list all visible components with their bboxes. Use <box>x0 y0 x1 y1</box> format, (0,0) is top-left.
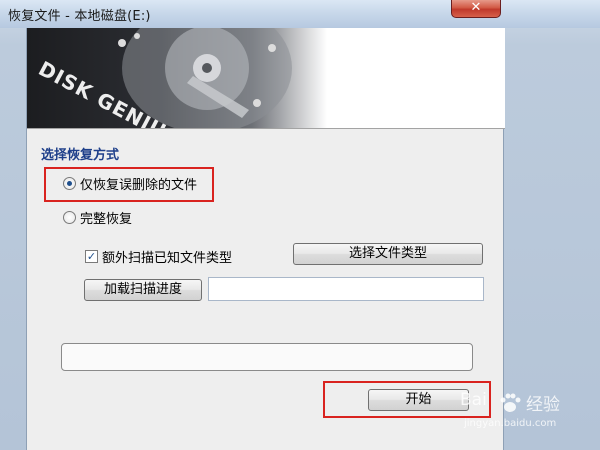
close-icon: ✕ <box>470 0 482 15</box>
extra-scan-checkbox[interactable]: ✓ <box>85 250 98 263</box>
baidu-watermark: Bai 经验 jingyan.baidu.com <box>460 388 585 433</box>
recover-files-dialog: 恢复文件 - 本地磁盘(E:) ✕ DISK GENIUS 选择恢复方式 仅恢复… <box>0 0 600 450</box>
close-button[interactable]: ✕ <box>451 0 501 18</box>
select-file-types-button[interactable]: 选择文件类型 <box>293 243 483 265</box>
recover-mode-label: 选择恢复方式 <box>41 148 120 163</box>
window-title: 恢复文件 - 本地磁盘(E:) <box>8 9 151 24</box>
scan-progress-path-field[interactable] <box>208 277 484 301</box>
load-scan-progress-button[interactable]: 加载扫描进度 <box>84 279 202 301</box>
watermark-brand-tail: 经验 <box>526 395 560 415</box>
banner: DISK GENIUS <box>27 28 505 128</box>
screen: 恢复文件 - 本地磁盘(E:) ✕ DISK GENIUS 选择恢复方式 仅恢复… <box>0 0 600 450</box>
progress-bar <box>61 343 473 371</box>
divider <box>27 128 505 129</box>
extra-scan-checkbox-row[interactable]: ✓ 额外扫描已知文件类型 <box>85 247 232 266</box>
title-bar[interactable]: 恢复文件 - 本地磁盘(E:) ✕ <box>0 0 600 28</box>
watermark-brand: Bai <box>460 390 487 410</box>
extra-scan-label: 额外扫描已知文件类型 <box>102 251 233 266</box>
radio-label-full-recover: 完整恢复 <box>80 212 133 227</box>
watermark-url: jingyan.baidu.com <box>464 418 557 429</box>
disk-genius-logo: DISK GENIUS <box>35 28 292 128</box>
radio-full-recover[interactable]: 完整恢复 <box>63 208 132 227</box>
highlight-box-recover-deleted <box>44 167 214 202</box>
paw-icon <box>500 393 521 412</box>
radio-button[interactable] <box>63 211 76 224</box>
